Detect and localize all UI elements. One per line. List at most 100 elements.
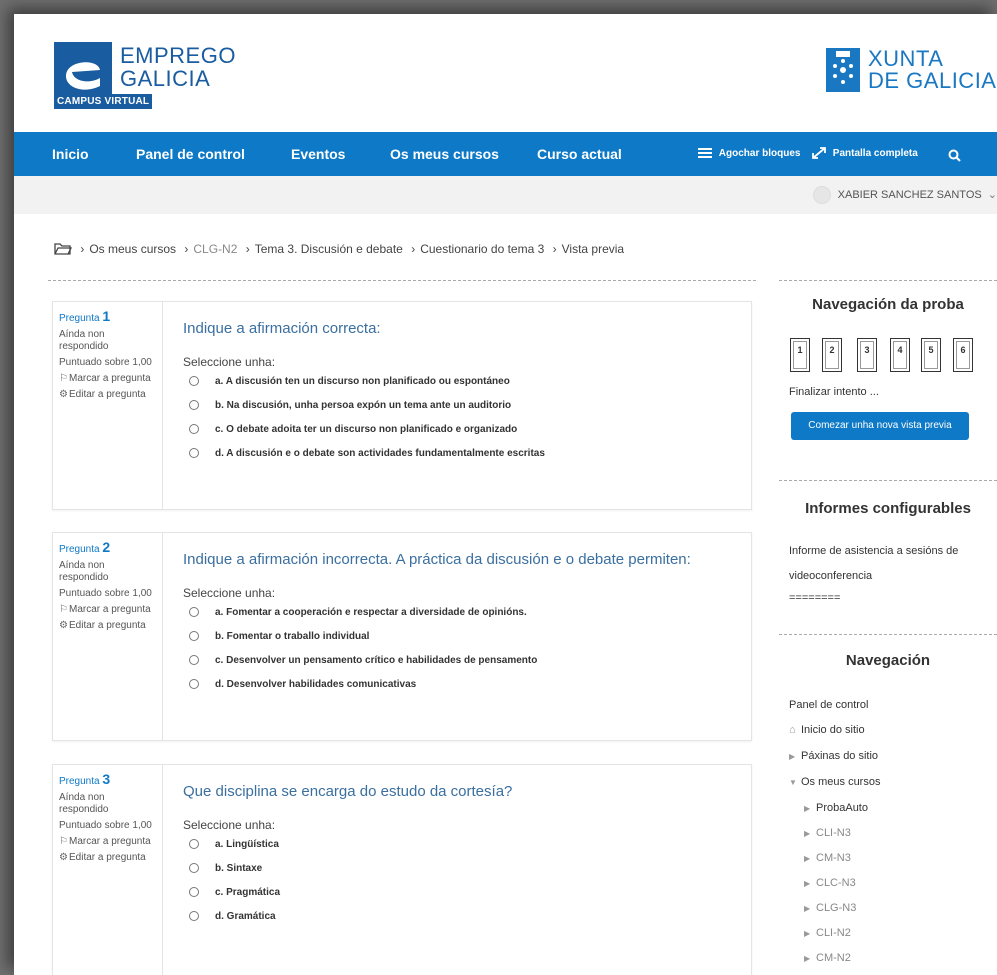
nav-course-cli-n2[interactable]: ▶ CLI-N2 <box>804 927 851 939</box>
flag-question-link[interactable]: ⚐Marcar a pregunta <box>59 604 156 616</box>
nav-dashboard[interactable]: Panel de control <box>789 699 869 711</box>
nav-course-cm-n3[interactable]: ▶ CM-N3 <box>804 852 851 864</box>
caret-right-icon: ▶ <box>804 804 811 813</box>
radio-button[interactable] <box>189 863 199 874</box>
emprego-logo-icon <box>54 42 112 94</box>
question-nav-button[interactable]: 6 <box>953 338 973 372</box>
answer-option[interactable]: d. Gramática <box>189 911 276 922</box>
xunta-logo[interactable]: XUNTA DE GALICIA <box>826 46 997 96</box>
report-link[interactable]: Informe de asistencia a sesións de <box>789 545 958 557</box>
home-icon: ⌂ <box>789 724 796 736</box>
nav-course-cli-n3[interactable]: ▶ CLI-N3 <box>804 827 851 839</box>
nav-panel-de-control[interactable]: Panel de control <box>136 132 245 176</box>
report-separator: ======== <box>789 592 841 604</box>
question-number: Pregunta 3 <box>59 771 111 787</box>
nav-curso-actual[interactable]: Curso actual <box>537 132 622 176</box>
question-3: Pregunta 3 Aínda non respondido Puntuado… <box>52 764 752 975</box>
answer-option[interactable]: a. Fomentar a cooperación e respectar a … <box>189 607 527 618</box>
select-prompt: Seleccione unha: <box>183 818 276 832</box>
answer-option[interactable]: d. Desenvolver habilidades comunicativas <box>189 679 416 690</box>
answer-option[interactable]: b. Fomentar o traballo individual <box>189 631 369 642</box>
answer-option[interactable]: a. A discusión ten un discurso non plani… <box>189 376 510 387</box>
main-navbar: Inicio Panel de control Eventos Os meus … <box>14 132 997 176</box>
radio-button[interactable] <box>189 607 199 618</box>
finish-attempt-link[interactable]: Finalizar intento ... <box>789 386 879 398</box>
answer-option[interactable]: b. Sintaxe <box>189 863 262 874</box>
hide-blocks-label: Agochar bloques <box>718 148 801 159</box>
question-text: Que disciplina se encarga do estudo da c… <box>183 783 513 800</box>
question-nav-button[interactable]: 3 <box>857 338 877 372</box>
edit-question-link[interactable]: ⚙Editar a pregunta <box>59 620 156 632</box>
nav-course-cm-n2[interactable]: ▶ CM-N2 <box>804 952 851 964</box>
nav-course-clc-n3[interactable]: ▶ CLC-N3 <box>804 877 856 889</box>
question-nav-button[interactable]: 5 <box>921 338 941 372</box>
avatar <box>812 186 831 204</box>
xunta-line-2: DE GALICIA <box>868 68 997 93</box>
answer-option[interactable]: c. Pragmática <box>189 887 280 898</box>
breadcrumb-current: Vista previa <box>561 242 625 256</box>
report-link-cont[interactable]: videoconferencia <box>789 570 872 582</box>
question-nav-button[interactable]: 4 <box>890 338 910 372</box>
edit-question-link[interactable]: ⚙Editar a pregunta <box>59 852 156 864</box>
new-preview-button[interactable]: Comezar unha nova vista previa <box>791 412 969 440</box>
divider <box>779 480 997 481</box>
caret-right-icon: ▶ <box>804 854 811 863</box>
flag-icon: ⚐ <box>59 604 68 615</box>
answer-option[interactable]: b. Na discusión, unha persoa expón un te… <box>189 400 511 411</box>
nav-site-home[interactable]: ⌂ Inicio do sitio <box>789 724 865 736</box>
caret-right-icon: ▶ <box>804 879 811 888</box>
gear-icon: ⚙ <box>59 620 68 631</box>
radio-button[interactable] <box>189 424 199 435</box>
nav-os-meus-cursos[interactable]: Os meus cursos <box>390 132 499 176</box>
radio-button[interactable] <box>189 448 199 459</box>
breadcrumb-course[interactable]: CLG-N2 <box>193 242 237 256</box>
radio-button[interactable] <box>189 679 199 690</box>
breadcrumb-os-meus-cursos[interactable]: Os meus cursos <box>89 242 176 256</box>
hide-blocks-button[interactable]: Agochar bloques <box>698 132 800 176</box>
user-menu[interactable]: XABIER SANCHEZ SANTOS ⌄ <box>812 186 997 204</box>
radio-button[interactable] <box>189 631 199 642</box>
question-info: Pregunta 2 Aínda non respondido Puntuado… <box>53 533 163 740</box>
question-state: Aínda non respondido <box>59 560 109 583</box>
nav-course-clg-n3[interactable]: ▶ CLG-N3 <box>804 902 856 914</box>
radio-button[interactable] <box>189 911 199 922</box>
xunta-shield-icon <box>826 48 860 92</box>
breadcrumb-quiz[interactable]: Cuestionario do tema 3 <box>420 242 544 256</box>
brand-header: CAMPUS VIRTUAL EMPREGO GALICIA XUNTA DE … <box>14 14 997 132</box>
flag-question-link[interactable]: ⚐Marcar a pregunta <box>59 836 156 848</box>
edit-question-link[interactable]: ⚙Editar a pregunta <box>59 389 156 401</box>
nav-site-pages[interactable]: ▶ Páxinas do sitio <box>789 750 878 762</box>
question-points: Puntuado sobre 1,00 <box>59 357 152 368</box>
flag-question-link[interactable]: ⚐Marcar a pregunta <box>59 373 156 385</box>
question-state: Aínda non respondido <box>59 792 109 815</box>
answer-option[interactable]: d. A discusión e o debate son actividade… <box>189 448 545 459</box>
user-bar: XABIER SANCHEZ SANTOS ⌄ <box>14 176 997 214</box>
nav-course-probaauto[interactable]: ▶ ProbaAuto <box>804 802 868 814</box>
fullscreen-button[interactable]: Pantalla completa <box>812 132 918 176</box>
breadcrumb-topic[interactable]: Tema 3. Discusión e debate <box>255 242 403 256</box>
search-icon <box>948 149 961 162</box>
expand-icon <box>812 147 826 160</box>
question-2: Pregunta 2 Aínda non respondido Puntuado… <box>52 532 752 741</box>
answer-option[interactable]: c. O debate adoita ter un discurso non p… <box>189 424 517 435</box>
emprego-galicia-logo[interactable]: CAMPUS VIRTUAL EMPREGO GALICIA <box>54 42 259 112</box>
answer-option[interactable]: c. Desenvolver un pensamento crítico e h… <box>189 655 537 666</box>
nav-inicio[interactable]: Inicio <box>52 132 89 176</box>
question-points: Puntuado sobre 1,00 <box>59 588 152 599</box>
gear-icon: ⚙ <box>59 852 68 863</box>
radio-button[interactable] <box>189 887 199 898</box>
nav-my-courses[interactable]: ▼ Os meus cursos <box>789 776 880 788</box>
radio-button[interactable] <box>189 839 199 850</box>
nav-eventos[interactable]: Eventos <box>291 132 345 176</box>
question-nav-button[interactable]: 1 <box>790 338 810 372</box>
folder-icon[interactable] <box>54 242 73 255</box>
question-nav-button[interactable]: 2 <box>822 338 842 372</box>
caret-down-icon: ▼ <box>789 778 797 787</box>
navigation-title: Navegación <box>845 652 931 669</box>
answer-option[interactable]: a. Lingüística <box>189 839 279 850</box>
search-button[interactable] <box>948 132 961 176</box>
radio-button[interactable] <box>189 376 199 387</box>
radio-button[interactable] <box>189 655 199 666</box>
radio-button[interactable] <box>189 400 199 411</box>
question-info: Pregunta 1 Aínda non respondido Puntuado… <box>53 302 163 509</box>
